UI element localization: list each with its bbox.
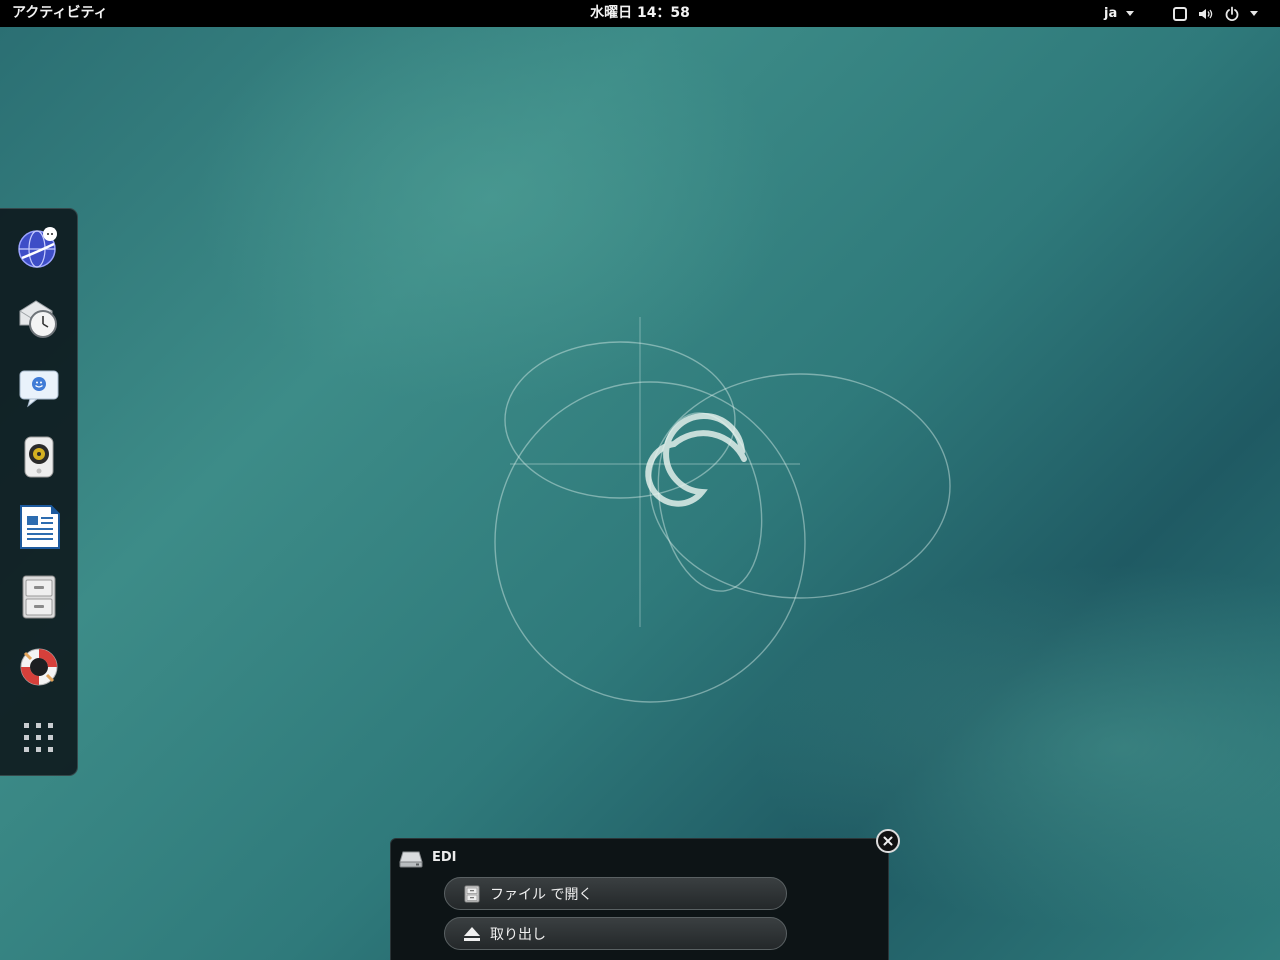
language-indicator[interactable]: ja bbox=[1104, 0, 1135, 27]
eject-icon bbox=[462, 924, 482, 944]
screen-icon bbox=[1172, 6, 1188, 22]
file-cabinet-icon bbox=[462, 884, 482, 904]
dash-item-web-browser[interactable] bbox=[13, 221, 65, 273]
notification-title: EDI bbox=[432, 850, 457, 865]
eject-label: 取り出し bbox=[490, 926, 546, 943]
dash-item-help[interactable] bbox=[13, 641, 65, 693]
dash-item-mail-calendar[interactable] bbox=[13, 292, 65, 344]
globe-icon bbox=[18, 227, 57, 268]
chevron-down-icon bbox=[1250, 11, 1258, 16]
eject-button[interactable]: 取り出し bbox=[444, 917, 787, 950]
chat-icon bbox=[19, 370, 59, 408]
dash bbox=[0, 208, 78, 776]
dash-item-messaging[interactable] bbox=[13, 361, 65, 413]
debian-swirl-wallpaper-icon bbox=[494, 317, 951, 703]
grid-icon bbox=[24, 723, 53, 752]
activities-button[interactable]: アクティビティ bbox=[12, 0, 108, 27]
speaker-icon bbox=[24, 436, 54, 478]
power-icon bbox=[1224, 6, 1240, 22]
open-with-files-label: ファイル で開く bbox=[490, 886, 593, 903]
notification-close-button[interactable] bbox=[876, 829, 900, 853]
drive-notification: EDI ファイル で開く 取り出し bbox=[390, 838, 889, 960]
desktop-background bbox=[0, 27, 1280, 960]
dash-item-music-player[interactable] bbox=[13, 431, 65, 483]
dash-item-files[interactable] bbox=[13, 571, 65, 623]
dash-item-show-applications[interactable] bbox=[13, 712, 65, 764]
clock-button[interactable]: 水曜日 14：58 bbox=[540, 0, 740, 27]
mail-clock-icon bbox=[19, 300, 57, 338]
volume-icon bbox=[1198, 6, 1214, 22]
chevron-down-icon bbox=[1126, 11, 1135, 16]
language-label: ja bbox=[1104, 5, 1118, 21]
dash-item-writer[interactable] bbox=[13, 501, 65, 553]
system-menu[interactable] bbox=[1172, 0, 1258, 27]
top-bar: アクティビティ 水曜日 14：58 ja bbox=[0, 0, 1280, 27]
file-cabinet-icon bbox=[22, 575, 56, 619]
drive-icon bbox=[399, 850, 423, 872]
open-with-files-button[interactable]: ファイル で開く bbox=[444, 877, 787, 910]
lifebuoy-icon bbox=[20, 648, 58, 686]
document-icon bbox=[20, 505, 60, 549]
close-icon bbox=[883, 836, 893, 846]
